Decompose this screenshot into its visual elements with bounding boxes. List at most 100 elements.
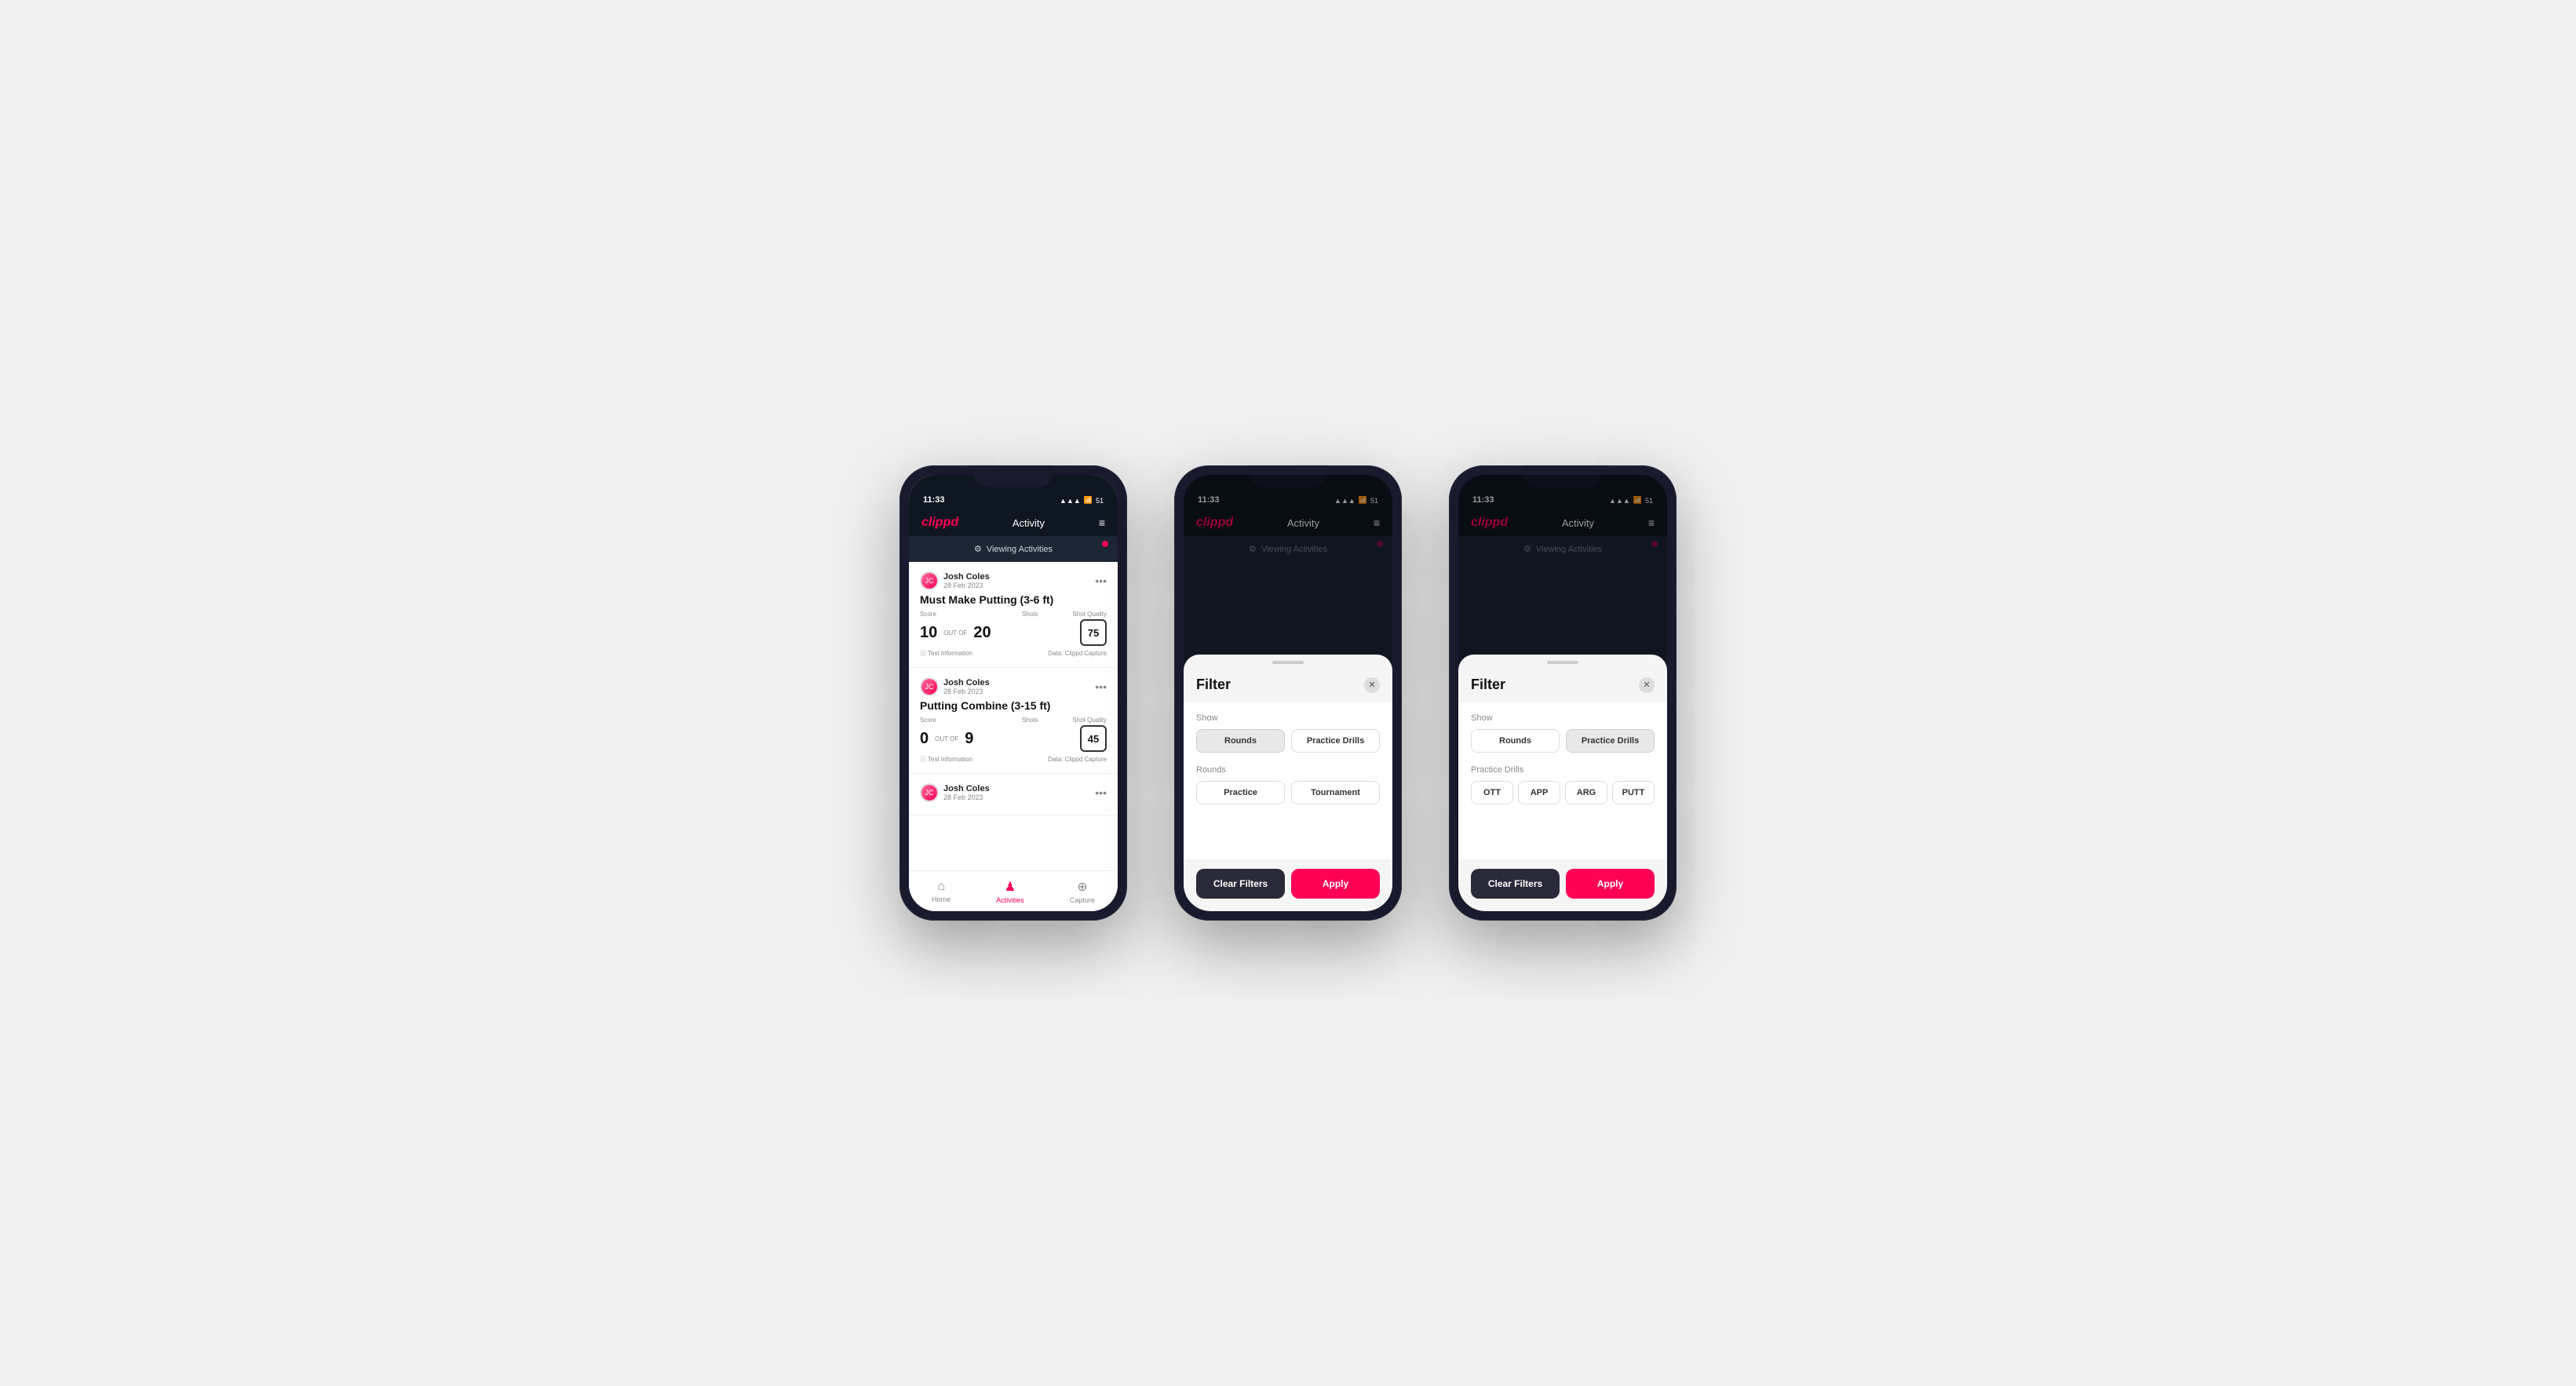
activity-title-2: Putting Combine (3-15 ft) [920,699,1107,712]
wifi-icon: 📶 [1084,496,1093,505]
bottom-nav-1: ⌂ Home ♟ Activities ⊕ Capture [909,870,1118,911]
filter-overlay-3: Filter ✕ Show Rounds Practice Drills Pra… [1458,475,1667,911]
rounds-btn-3[interactable]: Rounds [1471,729,1560,753]
filter-close-3[interactable]: ✕ [1639,677,1655,693]
scene: 11:33 ▲▲▲ 📶 51 clippd Activity ≡ ⚙ Viewi… [852,418,1724,968]
practice-drills-btn-2[interactable]: Practice Drills [1291,729,1380,753]
activity-header-2: JC Josh Coles 28 Feb 2023 ••• [920,677,1107,696]
logo-1: clippd [921,516,958,530]
phone-2-screen: 11:33 ▲▲▲ 📶 51 clippd Activity ≡ ⚙ Viewi… [1184,475,1392,911]
shots-value-1: 20 [973,624,991,642]
filter-sheet-3: Filter ✕ Show Rounds Practice Drills Pra… [1458,655,1667,911]
data-source-1: Data: Clippd Capture [1048,650,1107,657]
app-btn-3[interactable]: APP [1518,781,1560,804]
app-header-1: clippd Activity ≡ [909,509,1118,536]
data-source-2: Data: Clippd Capture [1048,756,1107,763]
stat-labels-2: Score Shots Shot Quality [920,717,1107,724]
show-label-3: Show [1471,713,1655,723]
shots-label-2: Shots [1022,717,1038,724]
filter-handle-2 [1272,661,1304,664]
test-info-1: ⓘ Test Information [920,649,972,658]
shots-label-1: Shots [1022,611,1038,618]
nav-capture[interactable]: ⊕ Capture [1070,879,1095,904]
user-name-2: Josh Coles [943,678,990,688]
shot-quality-label-2: Shot Quality [1072,717,1107,724]
practice-round-btn-2[interactable]: Practice [1196,781,1285,804]
activity-footer-1: ⓘ Test Information Data: Clippd Capture [920,649,1107,658]
putt-btn-3[interactable]: PUTT [1612,781,1655,804]
score-value-1: 10 [920,624,937,642]
filter-actions-3: Clear Filters Apply [1458,859,1667,899]
activity-header-3: JC Josh Coles 28 Feb 2023 ••• [920,783,1107,802]
more-btn-3[interactable]: ••• [1095,786,1107,799]
activity-item-1: JC Josh Coles 28 Feb 2023 ••• Must Make … [909,562,1118,668]
phone-1: 11:33 ▲▲▲ 📶 51 clippd Activity ≡ ⚙ Viewi… [899,465,1127,921]
user-date-2: 28 Feb 2023 [943,688,990,695]
score-label-2: Score [920,717,936,724]
practice-drills-btn-3[interactable]: Practice Drills [1566,729,1655,753]
clear-filters-btn-2[interactable]: Clear Filters [1196,869,1285,899]
filter-handle-3 [1547,661,1578,664]
out-of-2: OUT OF [935,735,958,742]
user-details-2: Josh Coles 28 Feb 2023 [943,678,990,695]
arg-btn-3[interactable]: ARG [1565,781,1607,804]
shot-quality-label-1: Shot Quality [1072,611,1107,618]
filter-header-3: Filter ✕ [1458,670,1667,702]
user-info-2: JC Josh Coles 28 Feb 2023 [920,677,990,696]
rounds-btn-2[interactable]: Rounds [1196,729,1285,753]
drills-buttons-3: OTT APP ARG PUTT [1471,781,1655,804]
user-date-1: 28 Feb 2023 [943,582,990,589]
activity-footer-2: ⓘ Test Information Data: Clippd Capture [920,755,1107,764]
filter-close-2[interactable]: ✕ [1364,677,1380,693]
avatar-2: JC [920,677,939,696]
battery-icon: 51 [1096,497,1104,505]
score-value-2: 0 [920,730,929,748]
filter-content-2: Show Rounds Practice Drills Rounds Pract… [1184,702,1392,859]
header-title-1: Activity [1013,517,1045,529]
nav-home[interactable]: ⌂ Home [932,880,950,903]
phone-1-screen: 11:33 ▲▲▲ 📶 51 clippd Activity ≡ ⚙ Viewi… [909,475,1118,911]
avatar-img-3: JC [921,785,937,801]
status-icons-1: ▲▲▲ 📶 51 [1060,496,1104,505]
out-of-1: OUT OF [943,629,967,636]
avatar-img-2: JC [921,679,937,695]
user-info-1: JC Josh Coles 28 Feb 2023 [920,571,990,590]
user-name-3: Josh Coles [943,784,990,793]
viewing-banner-1[interactable]: ⚙ Viewing Activities [909,536,1118,562]
signal-icon: ▲▲▲ [1060,497,1081,505]
notification-dot-1 [1102,541,1108,547]
hamburger-icon-1[interactable]: ≡ [1099,516,1105,529]
filter-title-3: Filter [1471,677,1505,693]
ott-btn-3[interactable]: OTT [1471,781,1513,804]
apply-btn-3[interactable]: Apply [1566,869,1655,899]
tournament-btn-2[interactable]: Tournament [1291,781,1380,804]
viewing-label-1: Viewing Activities [987,545,1053,554]
shot-quality-badge-2: 45 [1080,725,1107,752]
more-btn-1[interactable]: ••• [1095,574,1107,587]
home-icon: ⌂ [937,880,945,894]
shot-quality-badge-1: 75 [1080,619,1107,646]
avatar-3: JC [920,783,939,802]
clear-filters-btn-3[interactable]: Clear Filters [1471,869,1560,899]
user-info-3: JC Josh Coles 28 Feb 2023 [920,783,990,802]
stats-row-1: 10 OUT OF 20 75 [920,619,1107,646]
nav-capture-label: Capture [1070,896,1095,904]
show-buttons-2: Rounds Practice Drills [1196,729,1380,753]
capture-icon: ⊕ [1077,879,1087,895]
more-btn-2[interactable]: ••• [1095,680,1107,693]
phone-3: 11:33 ▲▲▲ 📶 51 clippd Activity ≡ ⚙ Viewi… [1449,465,1677,921]
stat-labels-1: Score Shots Shot Quality [920,611,1107,618]
shots-value-2: 9 [965,730,973,748]
filter-title-2: Filter [1196,677,1231,693]
show-label-2: Show [1196,713,1380,723]
user-date-3: 28 Feb 2023 [943,793,990,801]
apply-btn-2[interactable]: Apply [1291,869,1380,899]
nav-activities-label: Activities [996,896,1024,904]
filter-content-3: Show Rounds Practice Drills Practice Dri… [1458,702,1667,859]
drills-label-3: Practice Drills [1471,765,1655,775]
activities-icon: ♟ [1005,879,1016,895]
filter-icon-1: ⚙ [974,544,982,554]
phone-2: 11:33 ▲▲▲ 📶 51 clippd Activity ≡ ⚙ Viewi… [1174,465,1402,921]
nav-home-label: Home [932,895,950,903]
nav-activities[interactable]: ♟ Activities [996,879,1024,904]
